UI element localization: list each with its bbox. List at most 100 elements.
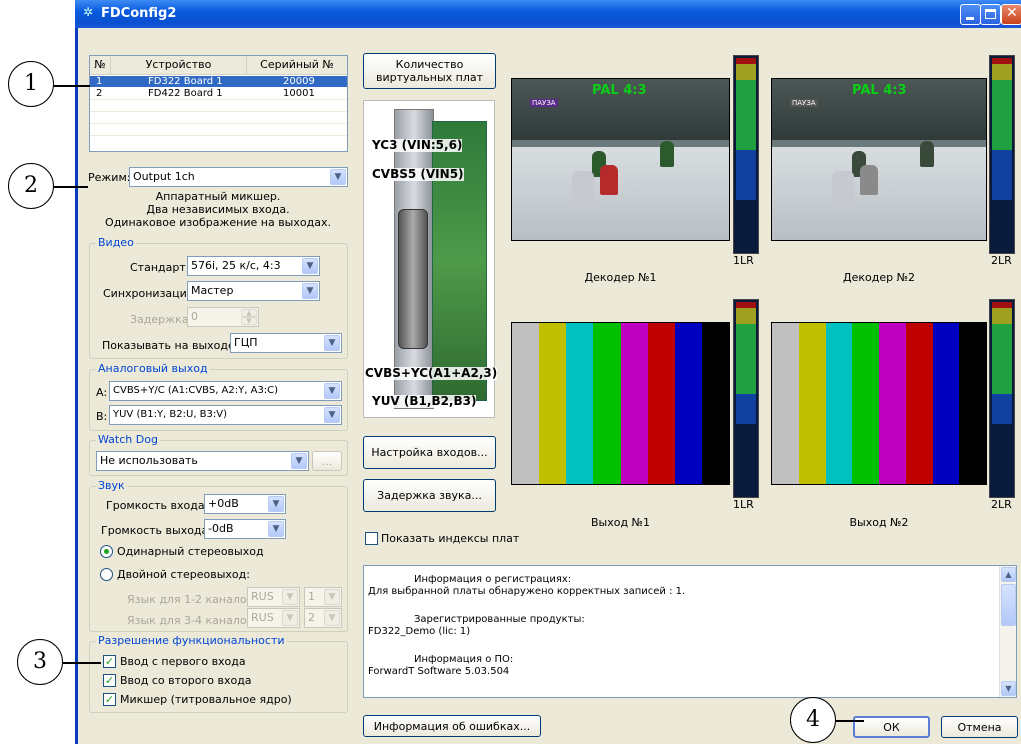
input-volume-label: Громкость входа:: [106, 499, 209, 512]
input-volume-select[interactable]: +0dB ▼: [204, 494, 286, 514]
delay-spinner[interactable]: 0 ▲ ▼: [187, 307, 259, 327]
chevron-down-icon: ▼: [268, 496, 284, 512]
checkbox-first-input[interactable]: ✓: [103, 655, 116, 668]
decoder2-caption: Декодер №2: [842, 271, 916, 284]
close-button[interactable]: ✕: [1001, 4, 1021, 25]
meter-green: [736, 80, 756, 150]
row-num: 2: [96, 88, 103, 99]
checkbox-mixer[interactable]: ✓: [103, 693, 116, 706]
color-bar: [825, 323, 853, 484]
chevron-down-icon: ▼: [324, 589, 340, 605]
player: [660, 141, 674, 167]
meter-label-2: 2LR: [991, 254, 1012, 267]
output-b-select[interactable]: YUV (B1:Y, B2:U, B3:V) ▼: [109, 405, 342, 425]
output2-caption: Выход №2: [849, 516, 909, 529]
first-input-label: Ввод с первого входа: [120, 655, 246, 668]
chevron-down-icon: ▼: [330, 169, 346, 185]
delay-label: Задержка:: [130, 313, 193, 326]
audio-meter-1: [733, 55, 759, 254]
column-header-num[interactable]: №: [90, 56, 111, 74]
window-title: FDConfig2: [101, 6, 177, 21]
info-line-1: Информация о регистрациях:: [414, 574, 572, 585]
table-header: № Устройство Серийный №: [90, 56, 347, 75]
meter-label-3: 1LR: [733, 498, 754, 511]
info-scrollbar[interactable]: ▲ ▼: [999, 566, 1016, 697]
callout-line-4: [836, 720, 864, 722]
meter-blue: [736, 394, 756, 424]
chevron-down-icon: ▼: [324, 610, 340, 626]
mode-description-3: Одинаковое изображение на выходах.: [105, 216, 331, 229]
output-volume-select[interactable]: -0dB ▼: [204, 519, 286, 539]
table-row[interactable]: 2 FD422 Board 1 10001: [90, 88, 347, 99]
board-pcb: [432, 121, 487, 401]
close-icon: ✕: [1006, 5, 1018, 21]
callout-line-3: [63, 662, 101, 664]
single-stereo-radio[interactable]: [100, 545, 113, 558]
mode-select[interactable]: Output 1ch ▼: [129, 167, 348, 187]
audio-meter-3: [733, 299, 759, 498]
output-volume-value: -0dB: [208, 522, 234, 535]
single-stereo-label: Одинарный стереовыход: [117, 545, 264, 558]
input-settings-button[interactable]: Настройка входов...: [363, 436, 496, 469]
double-stereo-radio[interactable]: [100, 568, 113, 581]
lang34-select[interactable]: RUS ▼: [247, 608, 300, 628]
boards-table[interactable]: № Устройство Серийный № 1 FD322 Board 1 …: [89, 55, 348, 152]
player: [832, 171, 854, 207]
output-a-select[interactable]: CVBS+Y/C (A1:CVBS, A2:Y, A3:C) ▼: [109, 381, 342, 401]
decoder2-preview: PAL 4:3 ПАУЗА: [771, 78, 987, 241]
scroll-down-icon[interactable]: ▼: [1001, 681, 1016, 696]
callout-1: 1: [8, 61, 54, 107]
board-label-cvbs-yc: CVBS+YC(A1+A2,3): [365, 366, 498, 380]
info-panel[interactable]: Информация о регистрациях: Для выбранной…: [363, 565, 1017, 698]
row-num: 1: [96, 76, 103, 87]
error-info-button[interactable]: Информация об ошибках...: [363, 715, 541, 737]
chevron-down-icon: ▼: [324, 335, 340, 351]
board-label-yc3: YC3 (VIN:5,6): [372, 138, 463, 152]
video-group-legend: Видео: [96, 236, 136, 249]
column-header-serial[interactable]: Серийный №: [247, 56, 347, 74]
standard-select[interactable]: 576i, 25 к/с, 4:3 ▼: [187, 256, 320, 276]
checkbox-second-input[interactable]: ✓: [103, 674, 116, 687]
color-bar: [905, 323, 933, 484]
show-on-output-select[interactable]: ГЦП ▼: [230, 333, 342, 353]
meter-green: [992, 324, 1012, 394]
color-bar: [772, 323, 799, 484]
ok-button[interactable]: ОК: [853, 716, 930, 738]
color-bar: [620, 323, 648, 484]
audio-delay-button[interactable]: Задержка звука...: [363, 479, 496, 512]
cancel-button[interactable]: Отмена: [941, 716, 1018, 738]
checkbox-show-indexes[interactable]: [365, 532, 378, 545]
sync-select[interactable]: Мастер ▼: [187, 281, 320, 301]
minimize-button[interactable]: [960, 4, 981, 25]
scroll-thumb[interactable]: [1001, 584, 1016, 626]
player: [920, 141, 934, 167]
second-input-label: Ввод со второго входа: [120, 674, 252, 687]
title-bar[interactable]: ✲ FDConfig2 ✕: [75, 0, 1021, 28]
spin-up-icon[interactable]: ▲: [241, 309, 257, 317]
lang12-select[interactable]: RUS ▼: [247, 587, 300, 607]
permissions-legend: Разрешение функциональности: [96, 634, 287, 647]
column-header-device[interactable]: Устройство: [111, 56, 247, 74]
double-stereo-label: Двойной стереовыход:: [117, 568, 250, 581]
scroll-up-icon[interactable]: ▲: [1001, 567, 1016, 582]
watchdog-select[interactable]: Не использовать ▼: [96, 451, 309, 471]
table-row[interactable]: 1 FD322 Board 1 20009: [90, 76, 347, 87]
watchdog-more-button[interactable]: ...: [312, 451, 342, 471]
color-bar: [674, 323, 702, 484]
preview-ice: [512, 146, 729, 240]
lang12-num-select[interactable]: 1 ▼: [304, 587, 342, 607]
delay-value: 0: [191, 310, 198, 323]
show-indexes-label: Показать индексы плат: [381, 532, 520, 545]
output1-preview: [511, 322, 730, 485]
maximize-button[interactable]: [980, 4, 1001, 25]
mode-description-2: Два независимых входа.: [146, 203, 290, 216]
virtual-boards-label-2: виртуальных плат: [375, 71, 484, 84]
virtual-boards-button[interactable]: Количество виртуальных плат: [363, 53, 496, 89]
spin-down-icon[interactable]: ▼: [241, 317, 257, 325]
color-bar: [852, 323, 879, 484]
meter-label-4: 2LR: [991, 498, 1012, 511]
output2-preview: [771, 322, 987, 485]
meter-blue: [992, 150, 1012, 200]
lang34-num-select[interactable]: 2 ▼: [304, 608, 342, 628]
preview-ice: [772, 146, 986, 240]
